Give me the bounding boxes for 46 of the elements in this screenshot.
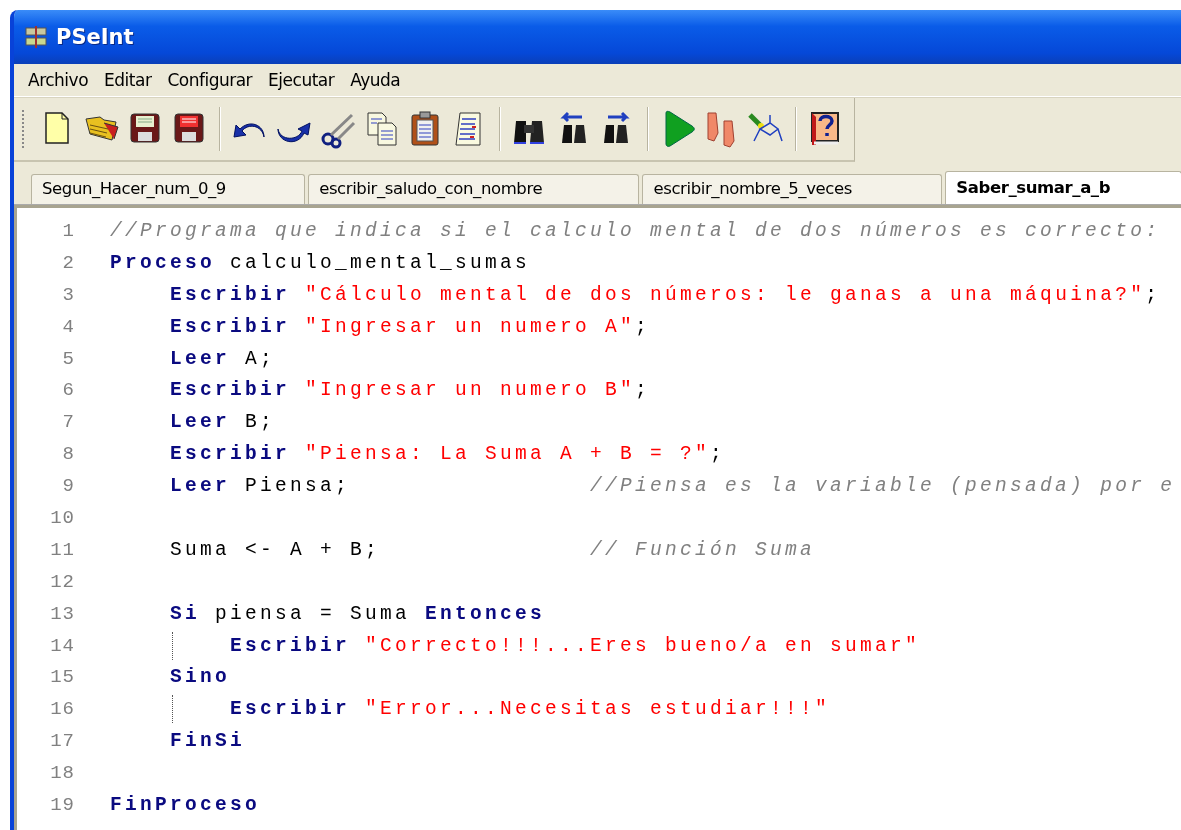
line-number: 12 [49, 570, 75, 593]
line-number: 13 [49, 602, 75, 625]
code-line: FinSi [169, 730, 246, 753]
code-line: Leer B; [169, 411, 276, 434]
code-line: FinProceso [110, 793, 261, 816]
line-number: 17 [49, 730, 75, 753]
line-number: 7 [61, 411, 75, 434]
file-tab[interactable]: escribir_saludo_con_nombre [308, 174, 640, 204]
code-line: Suma <- A + B; // Función Suma [169, 538, 816, 561]
menu-item[interactable]: Editar [96, 68, 160, 92]
line-number: 15 [49, 666, 75, 689]
file-tab[interactable]: Saber_sumar_a_b [945, 171, 1181, 204]
code-line: Escribir "Error...Necesitas estudiar!!!" [229, 698, 831, 721]
line-number: 6 [61, 379, 75, 402]
file-tab[interactable]: Segun_Hacer_num_0_9 [31, 174, 306, 204]
file-tab[interactable]: escribir_nombre_5_veces [642, 174, 943, 204]
line-number: 1 [61, 219, 75, 242]
code-line: Si piensa = Suma Entonces [169, 602, 546, 625]
line-number: 10 [49, 506, 75, 529]
code-line: Sino [169, 666, 230, 689]
line-number: 5 [61, 347, 75, 370]
line-number: 16 [49, 698, 75, 721]
line-number: 9 [61, 475, 75, 498]
code-line: Escribir "Correcto!!!...Eres bueno/a en sumar" [229, 634, 921, 657]
code-line: Leer A; [169, 347, 276, 370]
menu-item[interactable]: Ejecutar [260, 68, 343, 92]
line-number: 3 [61, 283, 75, 306]
line-number: 14 [49, 634, 75, 657]
code-line: Escribir "Cálculo mental de dos números: le ganas a una máquina?"; [169, 283, 1161, 306]
menu-item[interactable]: Configurar [159, 68, 261, 92]
code-line: Escribir "Piensa: La Suma A + B = ?"; [169, 443, 726, 466]
app-icon [24, 26, 48, 48]
line-number: 4 [61, 315, 75, 338]
menu-item[interactable]: Ayuda [342, 68, 409, 92]
line-number: 11 [49, 538, 75, 561]
line-number: 18 [49, 762, 75, 785]
code-line: Escribir "Ingresar un numero A"; [169, 315, 651, 338]
code-line: //Programa que indica si el calculo mental de dos números es correcto: [110, 219, 1161, 242]
line-number: 8 [61, 443, 75, 466]
code-line: Escribir "Ingresar un numero B"; [169, 379, 651, 402]
code-line: Proceso calculo_mental_sumas [110, 251, 531, 274]
code-line: Leer Piensa; //Piensa es la variable (pensada) por e [169, 475, 1176, 498]
line-number: 19 [49, 793, 75, 816]
menu-item[interactable]: Archivo [20, 68, 97, 92]
window-title: PSeInt [56, 25, 134, 49]
line-number: 2 [61, 251, 75, 274]
